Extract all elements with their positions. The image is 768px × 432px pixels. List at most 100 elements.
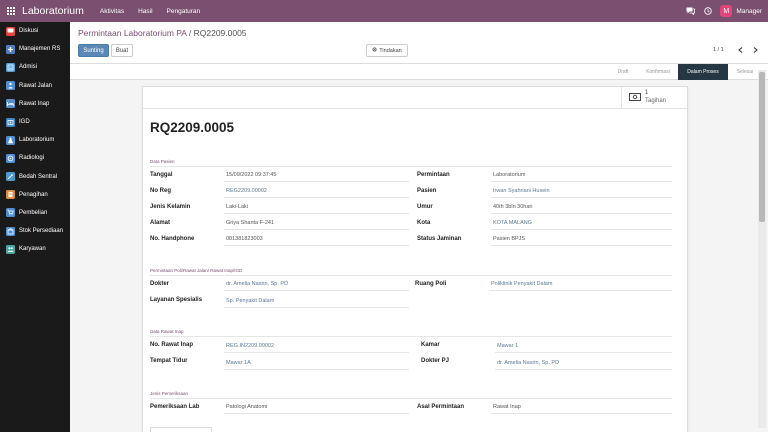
status-bar: Draft Konfirmasi Dalam Proses Selesai	[70, 64, 768, 80]
pasien-value[interactable]: Irwan Syahriani Husein	[493, 188, 550, 194]
asal-permintaan-value[interactable]: Rawat Inap	[493, 404, 521, 410]
section-title-inpatient: Data Rawat Inap	[150, 329, 184, 334]
radiology-icon	[6, 153, 15, 163]
kota-label: Kota	[417, 220, 431, 226]
breadcrumb-parent[interactable]: Permintaan Laboratorium PA	[78, 28, 187, 38]
pemeriksaan-lab-value[interactable]: Patologi Anatomi	[226, 404, 267, 410]
user-avatar[interactable]: M	[720, 5, 733, 17]
sidebar-item-bedah-sentral[interactable]: Bedah Sentral	[0, 168, 70, 186]
field-underline	[224, 307, 409, 308]
pager-value[interactable]: 1 / 1	[713, 47, 724, 53]
additional-field-box[interactable]	[150, 427, 212, 432]
section-divider	[150, 398, 672, 399]
tagihan-stat-button[interactable]: 1 Tagihan	[621, 87, 687, 109]
sidebar-item-admisi[interactable]: Admisi	[0, 58, 70, 76]
tagihan-count: 1	[645, 90, 649, 96]
edit-button[interactable]: Sunting	[78, 44, 109, 57]
tempat-tidur-label: Tempat Tidur	[150, 358, 188, 364]
dokter-pj-label: Dokter PJ	[421, 358, 450, 364]
menu-hasil[interactable]: Hasil	[138, 8, 152, 15]
sidebar-item-radiologi[interactable]: Radiologi	[0, 149, 70, 167]
lab-flask-icon	[6, 135, 15, 145]
menu-pengaturan[interactable]: Pengaturan	[167, 8, 201, 15]
action-button[interactable]: Tindakan	[366, 44, 408, 57]
user-name[interactable]: Manager	[736, 8, 762, 15]
ruang-poli-value[interactable]: Poliklinik Penyakit Dalam	[491, 281, 552, 287]
tanggal-value[interactable]: 15/09/2022 09:37:45	[226, 172, 276, 178]
status-jaminan-value[interactable]: Pasien BPJS	[493, 236, 525, 242]
sidebar-item-manajemen-rs[interactable]: Manajemen RS	[0, 40, 70, 58]
kamar-label: Kamar	[421, 342, 440, 348]
employees-icon	[6, 244, 15, 254]
pager-next-button[interactable]	[750, 45, 760, 55]
sidebar-item-rawat-inap[interactable]: Rawat Inap	[0, 95, 70, 113]
no-rawat-inap-label: No. Rawat Inap	[150, 342, 194, 348]
pemeriksaan-lab-label: Pemeriksaan Lab	[150, 404, 200, 410]
top-navbar: Laboratorium Aktivitas Hasil Pengaturan …	[0, 0, 768, 22]
money-bill-icon	[629, 93, 641, 103]
vertical-scrollbar[interactable]	[758, 70, 766, 428]
handphone-value[interactable]: 081381823003	[226, 236, 263, 242]
noreg-value[interactable]: REG2209.00002	[226, 188, 267, 194]
apps-menu-icon[interactable]	[0, 0, 22, 22]
sidebar-item-diskusi[interactable]: Diskusi	[0, 22, 70, 40]
field-underline	[495, 369, 672, 370]
dokter-label: Dokter	[150, 281, 170, 287]
alamat-value[interactable]: Griya Shanta F-241	[226, 220, 274, 226]
button-box: 1 Tagihan	[143, 87, 687, 109]
permintaan-value[interactable]: Laboratorium	[493, 172, 525, 178]
no-rawat-inap-value[interactable]: REG.IN2209.00002	[226, 343, 274, 349]
kamar-value[interactable]: Mawar 1	[497, 343, 518, 349]
umur-value[interactable]: 40th 3bln 30hari	[493, 204, 532, 210]
field-underline	[491, 213, 672, 214]
kota-value[interactable]: KOTA MALANG	[493, 220, 532, 226]
admission-icon	[6, 62, 15, 72]
alamat-label: Alamat	[150, 220, 171, 226]
field-underline	[224, 413, 409, 414]
stage-konfirmasi[interactable]: Konfirmasi	[638, 64, 678, 80]
layanan-spesialis-label: Layanan Spesialis	[150, 297, 203, 303]
sidebar-item-laboratorium[interactable]: Laboratorium	[0, 131, 70, 149]
field-underline	[224, 290, 409, 291]
field-underline	[491, 229, 672, 230]
breadcrumb-current: RQ2209.0005	[193, 28, 247, 38]
stage-dalam-proses[interactable]: Dalam Proses	[678, 64, 728, 80]
purchase-icon	[6, 208, 15, 218]
noreg-label: No Reg	[150, 188, 171, 194]
create-button[interactable]: Buat	[111, 44, 133, 57]
stage-selesai[interactable]: Selesai	[730, 64, 760, 80]
sidebar-item-label: Pembelian	[19, 209, 48, 216]
dokter-value[interactable]: dr. Amelia Nasrin, Sp. PD	[226, 281, 288, 287]
field-underline	[491, 245, 672, 246]
sidebar-item-stok-persediaan[interactable]: Stok Persediaan	[0, 222, 70, 240]
permintaan-label: Permintaan	[417, 172, 450, 178]
field-underline	[224, 352, 409, 353]
app-name[interactable]: Laboratorium	[22, 5, 84, 17]
sidebar-item-label: Manajemen RS	[19, 46, 61, 53]
umur-label: Umur	[417, 204, 433, 210]
layanan-spesialis-value[interactable]: Sp. Penyakit Dalam	[226, 298, 274, 304]
hospital-icon	[6, 44, 15, 54]
scrollbar-thumb[interactable]	[759, 72, 765, 222]
sidebar-item-igd[interactable]: IGD	[0, 113, 70, 131]
dokter-pj-value[interactable]: dr. Amelia Nasrin, Sp. PD	[497, 360, 559, 366]
handphone-label: No. Handphone	[150, 236, 195, 242]
field-underline	[224, 197, 409, 198]
jenis-kelamin-value[interactable]: Laki-Laki	[226, 204, 248, 210]
main-content: Permintaan Laboratorium PA / RQ2209.0005…	[70, 22, 768, 432]
pasien-label: Pasien	[417, 188, 437, 194]
sidebar-item-karyawan[interactable]: Karyawan	[0, 240, 70, 258]
stage-draft[interactable]: Draft	[611, 64, 635, 80]
chat-icon[interactable]	[686, 7, 696, 16]
sidebar-item-pembelian[interactable]: Pembelian	[0, 204, 70, 222]
clock-icon[interactable]	[703, 7, 712, 16]
sidebar-item-penagihan[interactable]: Penagihan	[0, 186, 70, 204]
sidebar-item-rawat-jalan[interactable]: Rawat Jalan	[0, 77, 70, 95]
record-title: RQ2209.0005	[150, 120, 235, 135]
emergency-icon	[6, 117, 15, 127]
section-title-poli: Permintaan Poli/Rawat Jalan/ Rawat Inap/…	[150, 268, 243, 273]
menu-aktivitas[interactable]: Aktivitas	[100, 8, 124, 15]
section-divider	[150, 275, 672, 276]
tempat-tidur-value[interactable]: Mawar 1A	[226, 360, 251, 366]
pager-previous-button[interactable]	[735, 45, 745, 55]
